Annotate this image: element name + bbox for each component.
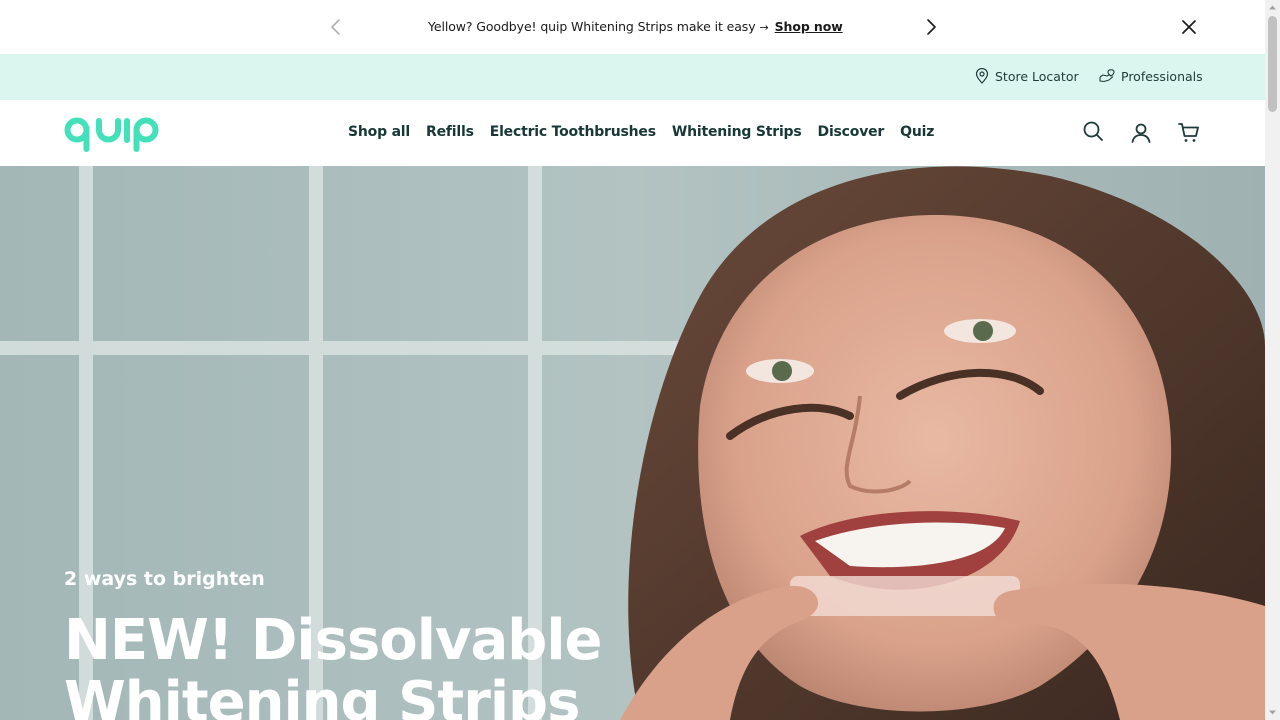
hero-banner[interactable]: 2 ways to brighten NEW! Dissolvable Whit… bbox=[0, 166, 1265, 720]
nav-item-refills[interactable]: Refills bbox=[426, 124, 474, 140]
chevron-left-icon[interactable] bbox=[327, 17, 345, 37]
close-icon[interactable] bbox=[1179, 17, 1199, 37]
nav-item-whitening-strips[interactable]: Whitening Strips bbox=[672, 124, 802, 140]
scroll-down-arrow-icon[interactable] bbox=[1268, 708, 1277, 717]
page-scrollbar[interactable] bbox=[1265, 0, 1280, 720]
hero-eyebrow: 2 ways to brighten bbox=[64, 568, 265, 590]
search-icon[interactable] bbox=[1081, 119, 1105, 143]
nav-item-shop-all[interactable]: Shop all bbox=[348, 124, 410, 140]
store-locator-link[interactable]: Store Locator bbox=[975, 68, 1079, 84]
professionals-label: Professionals bbox=[1121, 68, 1203, 84]
shop-now-link[interactable]: Shop now bbox=[775, 19, 843, 34]
announcement-text: Yellow? Goodbye! quip Whitening Strips m… bbox=[428, 19, 756, 34]
chevron-right-icon[interactable] bbox=[922, 17, 940, 37]
site-header: quip Shop all Refills Electric Toothbrus… bbox=[0, 100, 1265, 166]
utility-bar: Store Locator Professionals bbox=[0, 54, 1265, 100]
quip-logo[interactable]: quip bbox=[64, 114, 159, 152]
hero-title: NEW! Dissolvable Whitening Strips bbox=[64, 608, 603, 720]
scrollbar-thumb[interactable] bbox=[1268, 16, 1277, 112]
nav-item-electric-toothbrushes[interactable]: Electric Toothbrushes bbox=[490, 124, 656, 140]
nav-item-discover[interactable]: Discover bbox=[818, 124, 885, 140]
scroll-up-arrow-icon[interactable] bbox=[1268, 3, 1277, 12]
main-nav: Shop all Refills Electric Toothbrushes W… bbox=[348, 124, 934, 140]
announcement-arrow: → bbox=[759, 21, 769, 34]
announcement-bar: Yellow? Goodbye! quip Whitening Strips m… bbox=[0, 0, 1265, 54]
map-pin-icon bbox=[975, 68, 989, 84]
announcement-message: Yellow? Goodbye! quip Whitening Strips m… bbox=[428, 19, 843, 34]
cart-icon[interactable] bbox=[1177, 121, 1201, 145]
account-icon[interactable] bbox=[1129, 121, 1153, 145]
store-locator-label: Store Locator bbox=[995, 68, 1079, 84]
nav-item-quiz[interactable]: Quiz bbox=[900, 124, 934, 140]
tooth-hand-icon bbox=[1099, 69, 1115, 83]
professionals-link[interactable]: Professionals bbox=[1098, 68, 1203, 84]
